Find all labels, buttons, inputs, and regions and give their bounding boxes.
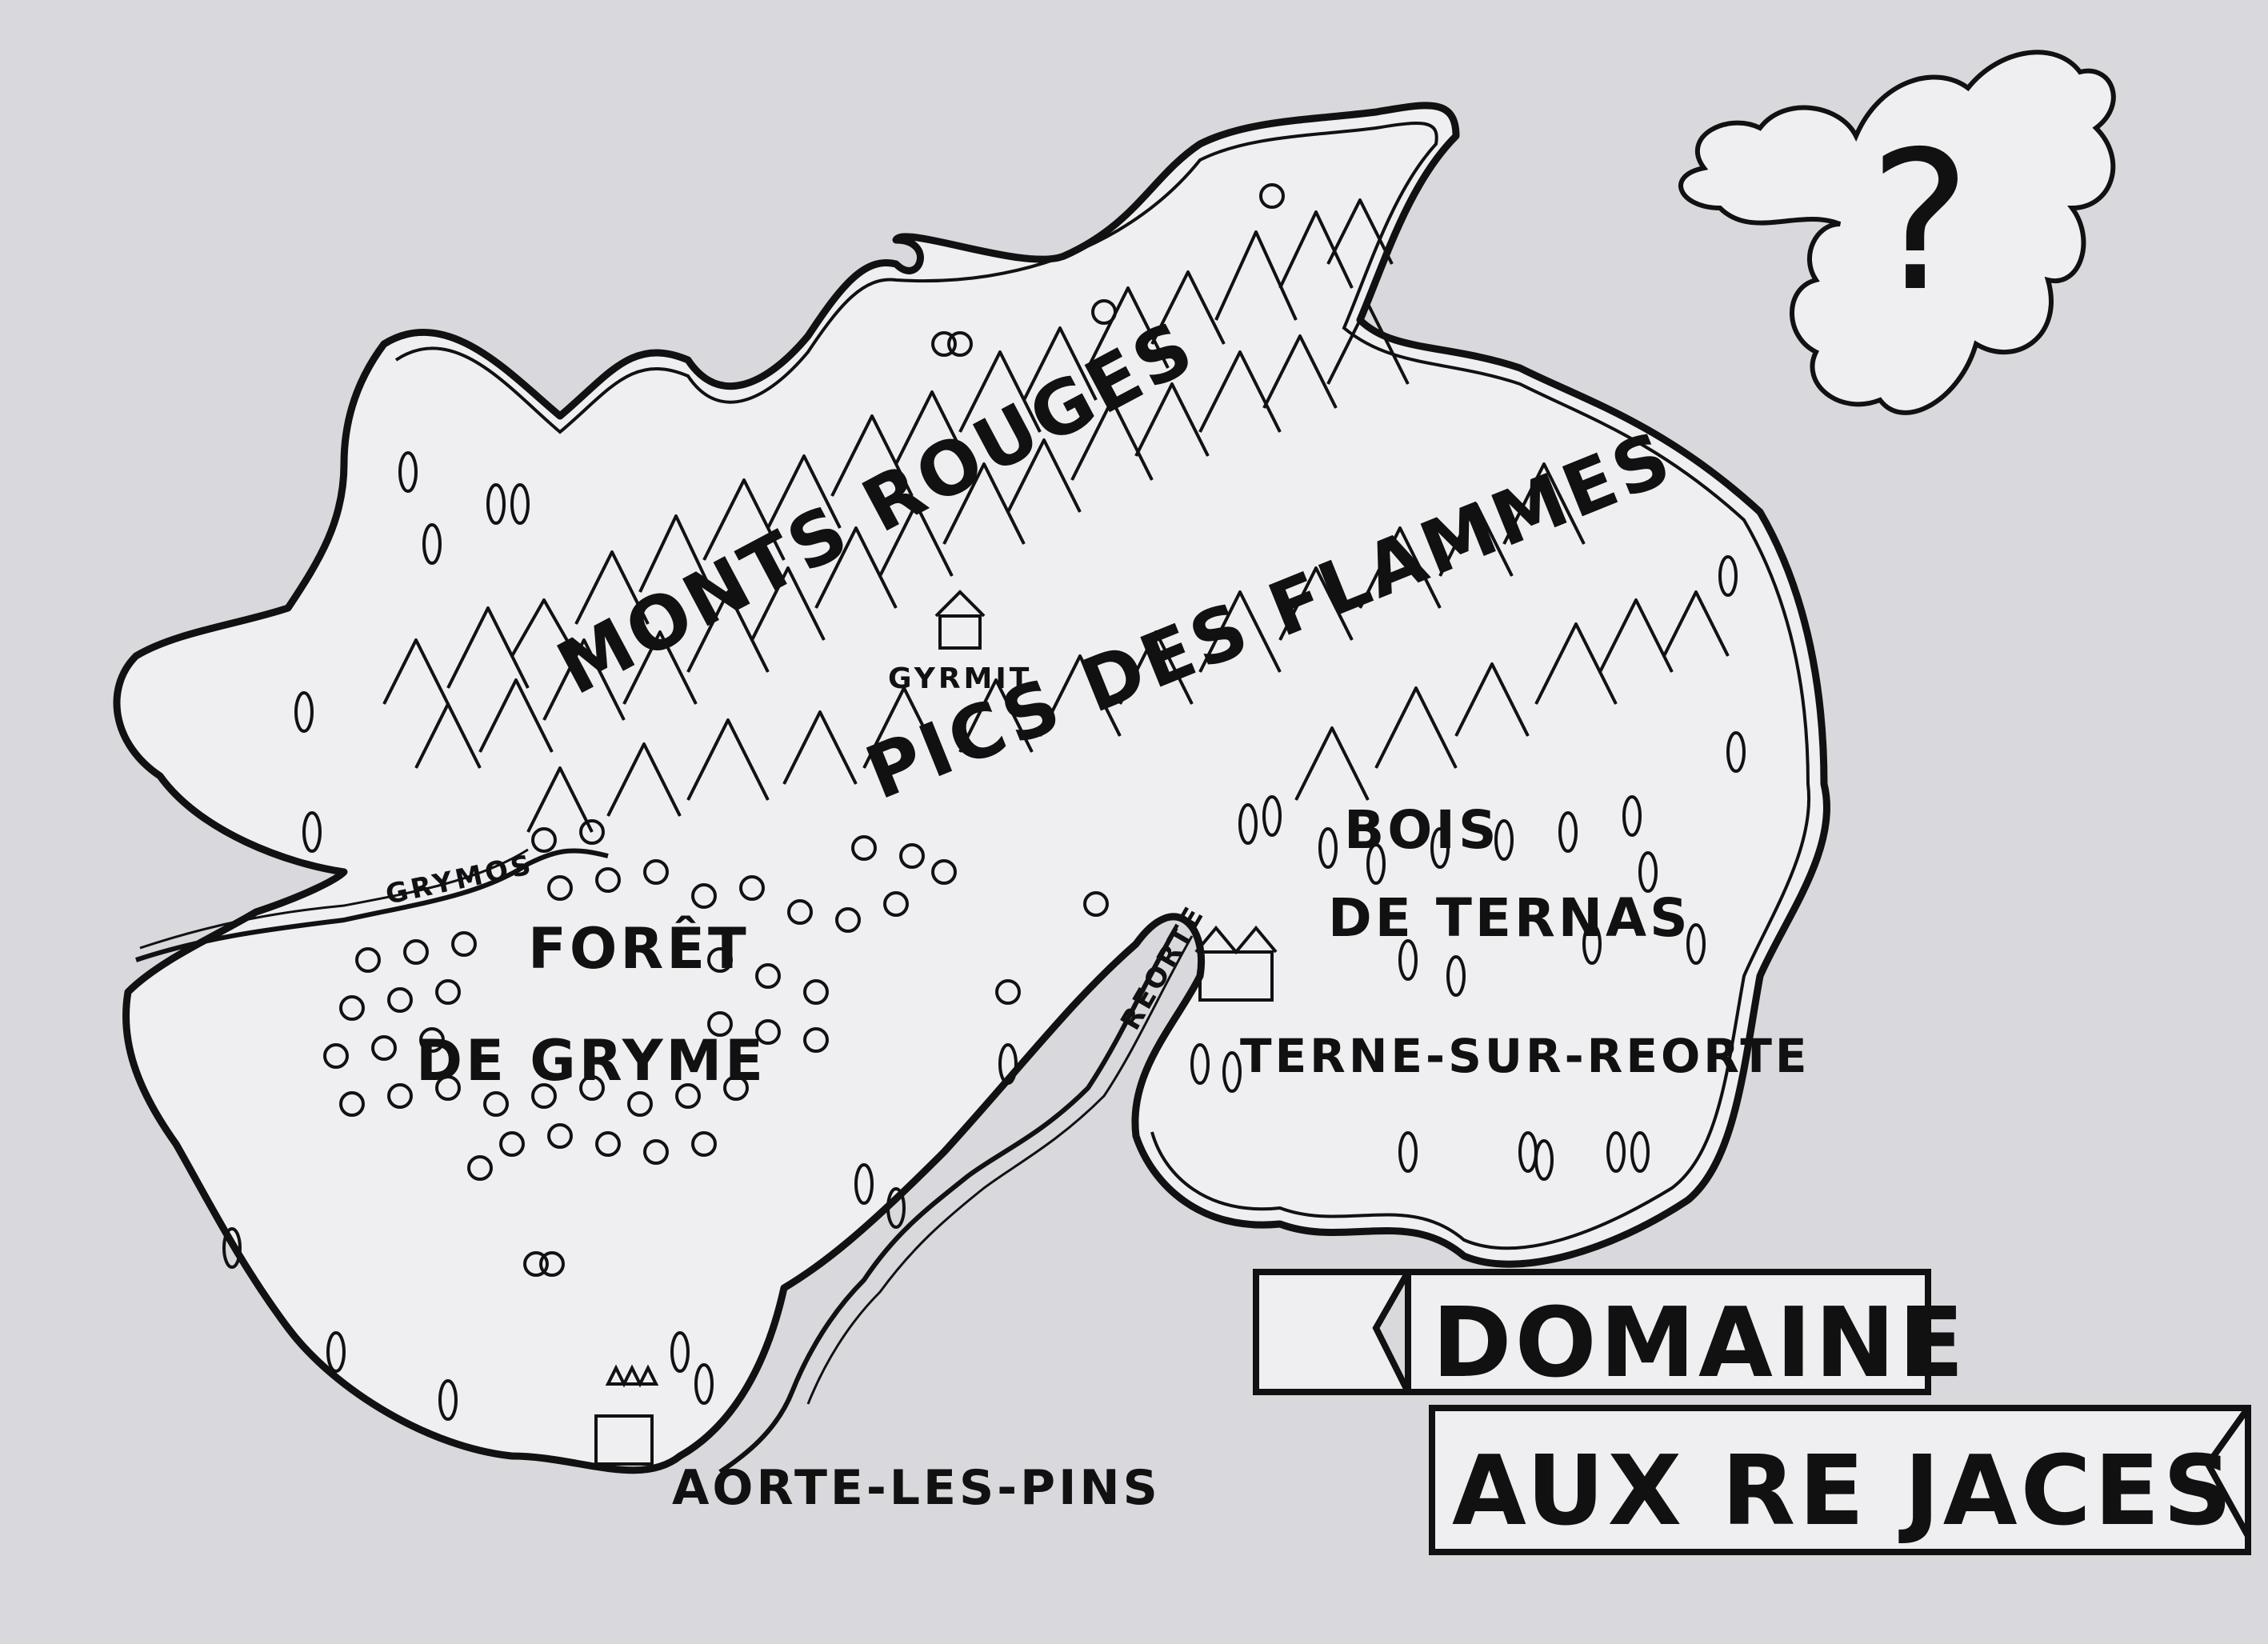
label-bois-line1: BOIS — [1344, 799, 1500, 861]
label-town-aorte: AORTE-LES-PINS — [672, 1460, 1161, 1516]
label-town-gyrmit: GYRMIT — [888, 662, 1032, 695]
question-mark: ? — [1869, 110, 1970, 334]
title-line2: AUX RE JACES — [1452, 1436, 2235, 1547]
label-foret-line2: DE GRYME — [416, 1028, 766, 1094]
label-bois-line2: DE TERNAS — [1328, 887, 1691, 949]
title-line1: DOMAINE — [1432, 1288, 1967, 1399]
label-foret-line1: FORÊT — [528, 916, 750, 982]
fantasy-map: ? MONTS ROUGES PICS DES FLAMMES FORÊT DE… — [0, 0, 2268, 1644]
label-town-terne: TERNE-SUR-REORTE — [1240, 1029, 1810, 1083]
